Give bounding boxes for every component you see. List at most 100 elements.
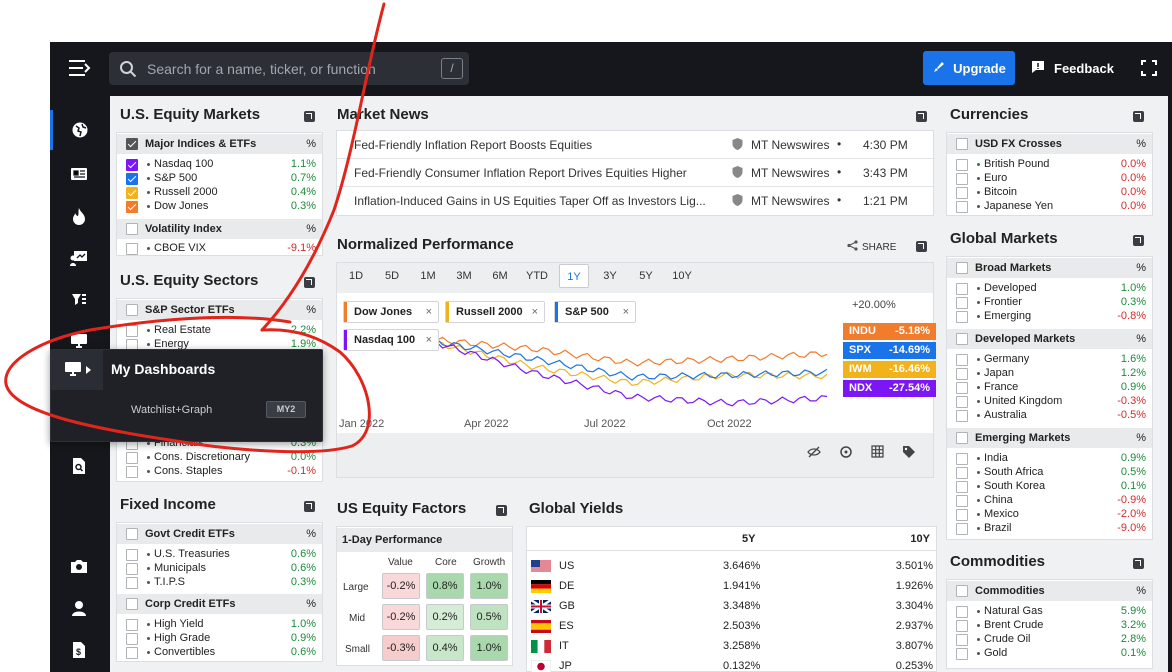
series-checkbox[interactable] <box>956 368 968 380</box>
list-item[interactable]: Brent Crude 3.2% <box>947 619 1152 633</box>
series-checkbox[interactable] <box>126 633 138 645</box>
list-item[interactable]: Crude Oil 2.8% <box>947 633 1152 647</box>
list-item[interactable]: Cons. Staples -0.1% <box>117 465 322 479</box>
group-checkbox[interactable] <box>956 138 968 150</box>
feedback-button[interactable]: Feedback <box>1030 51 1114 85</box>
expand-icon[interactable] <box>916 241 927 252</box>
yield-row[interactable]: US 3.646% 3.501% <box>527 557 937 577</box>
series-checkbox[interactable] <box>956 509 968 521</box>
series-checkbox[interactable] <box>126 647 138 659</box>
close-icon[interactable]: × <box>532 302 538 322</box>
list-item[interactable]: High Grade 0.9% <box>117 632 322 646</box>
yield-row[interactable]: ES 2.503% 2.937% <box>527 617 937 637</box>
yield-row[interactable]: GB 3.348% 3.304% <box>527 597 937 617</box>
yield-row[interactable]: IT 3.258% 3.807% <box>527 637 937 657</box>
series-chip-dow-jones[interactable]: Dow Jones × <box>343 301 439 323</box>
series-checkbox[interactable] <box>126 201 138 213</box>
presentation-icon[interactable] <box>50 238 107 278</box>
series-checkbox[interactable] <box>126 619 138 631</box>
list-item[interactable]: Bitcoin 0.0% <box>947 186 1152 200</box>
globe-icon[interactable] <box>50 110 107 150</box>
list-item[interactable]: Gold 0.1% <box>947 647 1152 661</box>
grid-icon[interactable] <box>871 445 884 464</box>
group-checkbox[interactable] <box>126 598 138 610</box>
group-checkbox[interactable] <box>956 333 968 345</box>
list-item[interactable]: Germany 1.6% <box>947 353 1152 367</box>
group-checkbox[interactable] <box>956 585 968 597</box>
list-item[interactable]: S&P 500 0.7% <box>117 172 322 186</box>
group-checkbox[interactable] <box>126 138 138 150</box>
series-checkbox[interactable] <box>126 325 138 337</box>
list-item[interactable]: France 0.9% <box>947 381 1152 395</box>
timeframe-6m[interactable]: 6M <box>485 264 515 288</box>
timeframe-3y[interactable]: 3Y <box>595 264 625 288</box>
list-item[interactable]: Municipals 0.6% <box>117 562 322 576</box>
list-item[interactable]: Nasdaq 100 1.1% <box>117 158 322 172</box>
yield-row[interactable]: DE 1.941% 1.926% <box>527 577 937 597</box>
list-item[interactable]: Japanese Yen 0.0% <box>947 200 1152 214</box>
timeframe-ytd[interactable]: YTD <box>522 264 552 288</box>
chart-plot-area[interactable]: +20.00% Dow Jones × Russell 2000 × S&P 500… <box>337 293 936 433</box>
series-chip-nasdaq-100[interactable]: Nasdaq 100 × <box>343 329 439 351</box>
series-checkbox[interactable] <box>956 606 968 618</box>
timeframe-1y[interactable]: 1Y <box>559 264 589 288</box>
group-checkbox[interactable] <box>956 432 968 444</box>
expand-icon[interactable] <box>304 111 315 122</box>
list-item[interactable]: Frontier 0.3% <box>947 296 1152 310</box>
expand-icon[interactable] <box>1133 558 1144 569</box>
news-item[interactable]: Fed-Friendly Inflation Report Boosts Equ… <box>337 131 933 159</box>
series-checkbox[interactable] <box>956 648 968 660</box>
list-item[interactable]: Real Estate 2.2% <box>117 324 322 338</box>
list-item[interactable]: Japan 1.2% <box>947 367 1152 381</box>
series-checkbox[interactable] <box>956 173 968 185</box>
dollar-document-icon[interactable]: $ <box>50 630 107 670</box>
camera-icon[interactable] <box>50 546 107 586</box>
fullscreen-icon[interactable] <box>1140 59 1158 77</box>
timeframe-1d[interactable]: 1D <box>341 264 371 288</box>
list-item[interactable]: Euro 0.0% <box>947 172 1152 186</box>
group-checkbox[interactable] <box>126 528 138 540</box>
group-checkbox[interactable] <box>956 262 968 274</box>
list-item[interactable]: High Yield 1.0% <box>117 618 322 632</box>
group-checkbox[interactable] <box>126 304 138 316</box>
series-checkbox[interactable] <box>956 297 968 309</box>
list-item[interactable]: British Pound 0.0% <box>947 158 1152 172</box>
group-checkbox[interactable] <box>126 223 138 235</box>
series-checkbox[interactable] <box>956 620 968 632</box>
menu-toggle-icon[interactable] <box>64 54 94 82</box>
series-checkbox[interactable] <box>956 523 968 535</box>
list-item[interactable]: South Korea 0.1% <box>947 480 1152 494</box>
timeframe-10y[interactable]: 10Y <box>667 264 697 288</box>
fire-icon[interactable] <box>50 196 107 236</box>
search-box[interactable]: / <box>109 52 469 85</box>
list-item[interactable]: United Kingdom -0.3% <box>947 395 1152 409</box>
expand-icon[interactable] <box>1133 111 1144 122</box>
news-item[interactable]: Fed-Friendly Consumer Inflation Report D… <box>337 159 933 187</box>
expand-icon[interactable] <box>1133 235 1144 246</box>
series-checkbox[interactable] <box>956 159 968 171</box>
series-chip-sp500[interactable]: S&P 500 × <box>554 301 636 323</box>
list-item[interactable]: CBOE VIX -9.1% <box>117 242 322 256</box>
series-checkbox[interactable] <box>126 466 138 478</box>
series-checkbox[interactable] <box>126 549 138 561</box>
list-item[interactable]: Developed 1.0% <box>947 282 1152 296</box>
series-checkbox[interactable] <box>956 311 968 323</box>
dashboard-filter-icon[interactable] <box>50 280 107 320</box>
list-item[interactable]: China -0.9% <box>947 494 1152 508</box>
list-item[interactable]: Mexico -2.0% <box>947 508 1152 522</box>
close-icon[interactable]: × <box>426 330 432 350</box>
series-chip-russell-2000[interactable]: Russell 2000 × <box>445 301 545 323</box>
series-checkbox[interactable] <box>126 173 138 185</box>
upgrade-button[interactable]: Upgrade <box>923 51 1015 85</box>
share-button[interactable]: SHARE <box>847 240 896 254</box>
tag-icon[interactable] <box>902 445 916 464</box>
series-checkbox[interactable] <box>126 577 138 589</box>
flyout-monitor-tab[interactable] <box>51 350 103 390</box>
expand-icon[interactable] <box>304 277 315 288</box>
news-item[interactable]: Inflation-Induced Gains in US Equities T… <box>337 187 933 215</box>
expand-icon[interactable] <box>916 111 927 122</box>
series-checkbox[interactable] <box>956 453 968 465</box>
series-checkbox[interactable] <box>956 201 968 213</box>
series-checkbox[interactable] <box>126 243 138 255</box>
series-checkbox[interactable] <box>956 495 968 507</box>
